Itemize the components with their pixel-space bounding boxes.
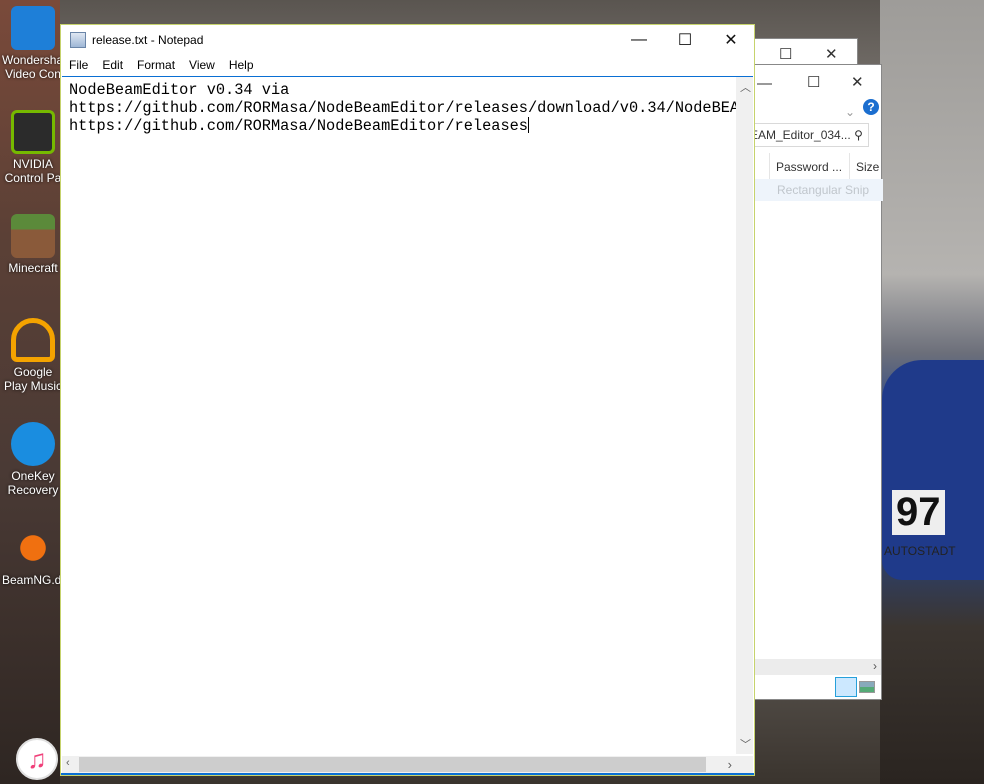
notepad-icon (70, 32, 86, 48)
desktop-icon-nvidia[interactable]: NVIDIA Control Pa (2, 110, 64, 185)
scroll-right-icon[interactable]: › (728, 757, 732, 772)
scroll-left-icon[interactable]: ‹ (66, 757, 70, 769)
scroll-down-icon[interactable]: ﹀ (740, 736, 751, 752)
horizontal-scrollbar[interactable]: ‹ › (62, 756, 736, 773)
tooltip: Rectangular Snip (745, 179, 883, 201)
column-header-password[interactable]: Password ... (769, 153, 842, 179)
text-line: https://github.com/RORMasa/NodeBeamEdito… (69, 99, 736, 117)
minimize-button[interactable]: — (616, 25, 662, 55)
desktop-icon-minecraft[interactable]: Minecraft (2, 214, 64, 275)
large-icons-view-button[interactable] (859, 681, 875, 693)
nvidia-icon (11, 110, 55, 154)
menu-file[interactable]: File (62, 58, 95, 72)
window-title: release.txt - Notepad (92, 33, 204, 47)
itunes-icon[interactable]: ♫ (16, 738, 58, 780)
maximize-icon[interactable]: ☐ (807, 73, 820, 91)
scroll-up-icon[interactable]: ︿ (740, 79, 751, 95)
text-line: https://github.com/RORMasa/NodeBeamEdito… (69, 117, 528, 135)
minimize-icon[interactable]: — (757, 75, 772, 92)
desktop-icon-onekey-recovery[interactable]: OneKey Recovery (2, 422, 64, 497)
resize-grip-icon[interactable] (736, 756, 753, 773)
menu-format[interactable]: Format (130, 58, 182, 72)
search-box[interactable]: EAM_Editor_034... ⚲ (749, 123, 869, 147)
menu-view[interactable]: View (182, 58, 222, 72)
help-icon[interactable]: ? (863, 99, 879, 115)
desktop-icon-beamng[interactable]: BeamNG.drive (2, 526, 81, 587)
text-editor[interactable]: NodeBeamEditor v0.34 via https://github.c… (62, 76, 753, 754)
wondershare-icon (11, 6, 55, 50)
maximize-icon[interactable]: ☐ (779, 45, 792, 63)
wallpaper-car-number: 97 (892, 490, 945, 535)
expand-ribbon-icon[interactable]: ⌄ (845, 105, 855, 119)
text-content[interactable]: NodeBeamEditor v0.34 via https://github.c… (69, 81, 736, 135)
desktop-icon-wondershare[interactable]: Wondershare Video Con (2, 6, 74, 81)
menu-edit[interactable]: Edit (95, 58, 130, 72)
close-icon[interactable]: ✕ (825, 45, 838, 63)
maximize-button[interactable]: ☐ (662, 25, 708, 55)
menu-help[interactable]: Help (222, 58, 261, 72)
text-line: NodeBeamEditor v0.34 via (69, 81, 290, 99)
window-border (61, 773, 754, 775)
onekey-icon (11, 422, 55, 466)
beamng-icon (11, 526, 55, 570)
text-caret (527, 117, 529, 133)
notepad-window[interactable]: release.txt - Notepad — ☐ ✕ File Edit Fo… (60, 24, 755, 776)
column-header-size[interactable]: Size (849, 153, 879, 179)
close-button[interactable]: ✕ (708, 25, 754, 55)
close-icon[interactable]: ✕ (851, 73, 864, 91)
menu-bar: File Edit Format View Help (61, 55, 754, 75)
headphones-icon (11, 318, 55, 362)
title-bar[interactable]: release.txt - Notepad — ☐ ✕ (61, 25, 754, 55)
horizontal-scrollbar[interactable]: › (749, 659, 881, 675)
details-view-button[interactable] (835, 677, 857, 697)
minecraft-icon (11, 214, 55, 258)
background-explorer-window[interactable]: — ☐ ✕ ⌄ ? EAM_Editor_034... ⚲ Password .… (745, 64, 883, 700)
search-icon: ⚲ (854, 128, 863, 142)
wallpaper-car-text: AUTOSTADT (884, 544, 956, 558)
desktop-icon-google-play-music[interactable]: Google Play Music (2, 318, 64, 393)
vertical-scrollbar[interactable]: ︿ ﹀ (736, 77, 753, 754)
horizontal-scroll-thumb[interactable] (79, 757, 706, 772)
scroll-right-icon[interactable]: › (873, 659, 877, 673)
